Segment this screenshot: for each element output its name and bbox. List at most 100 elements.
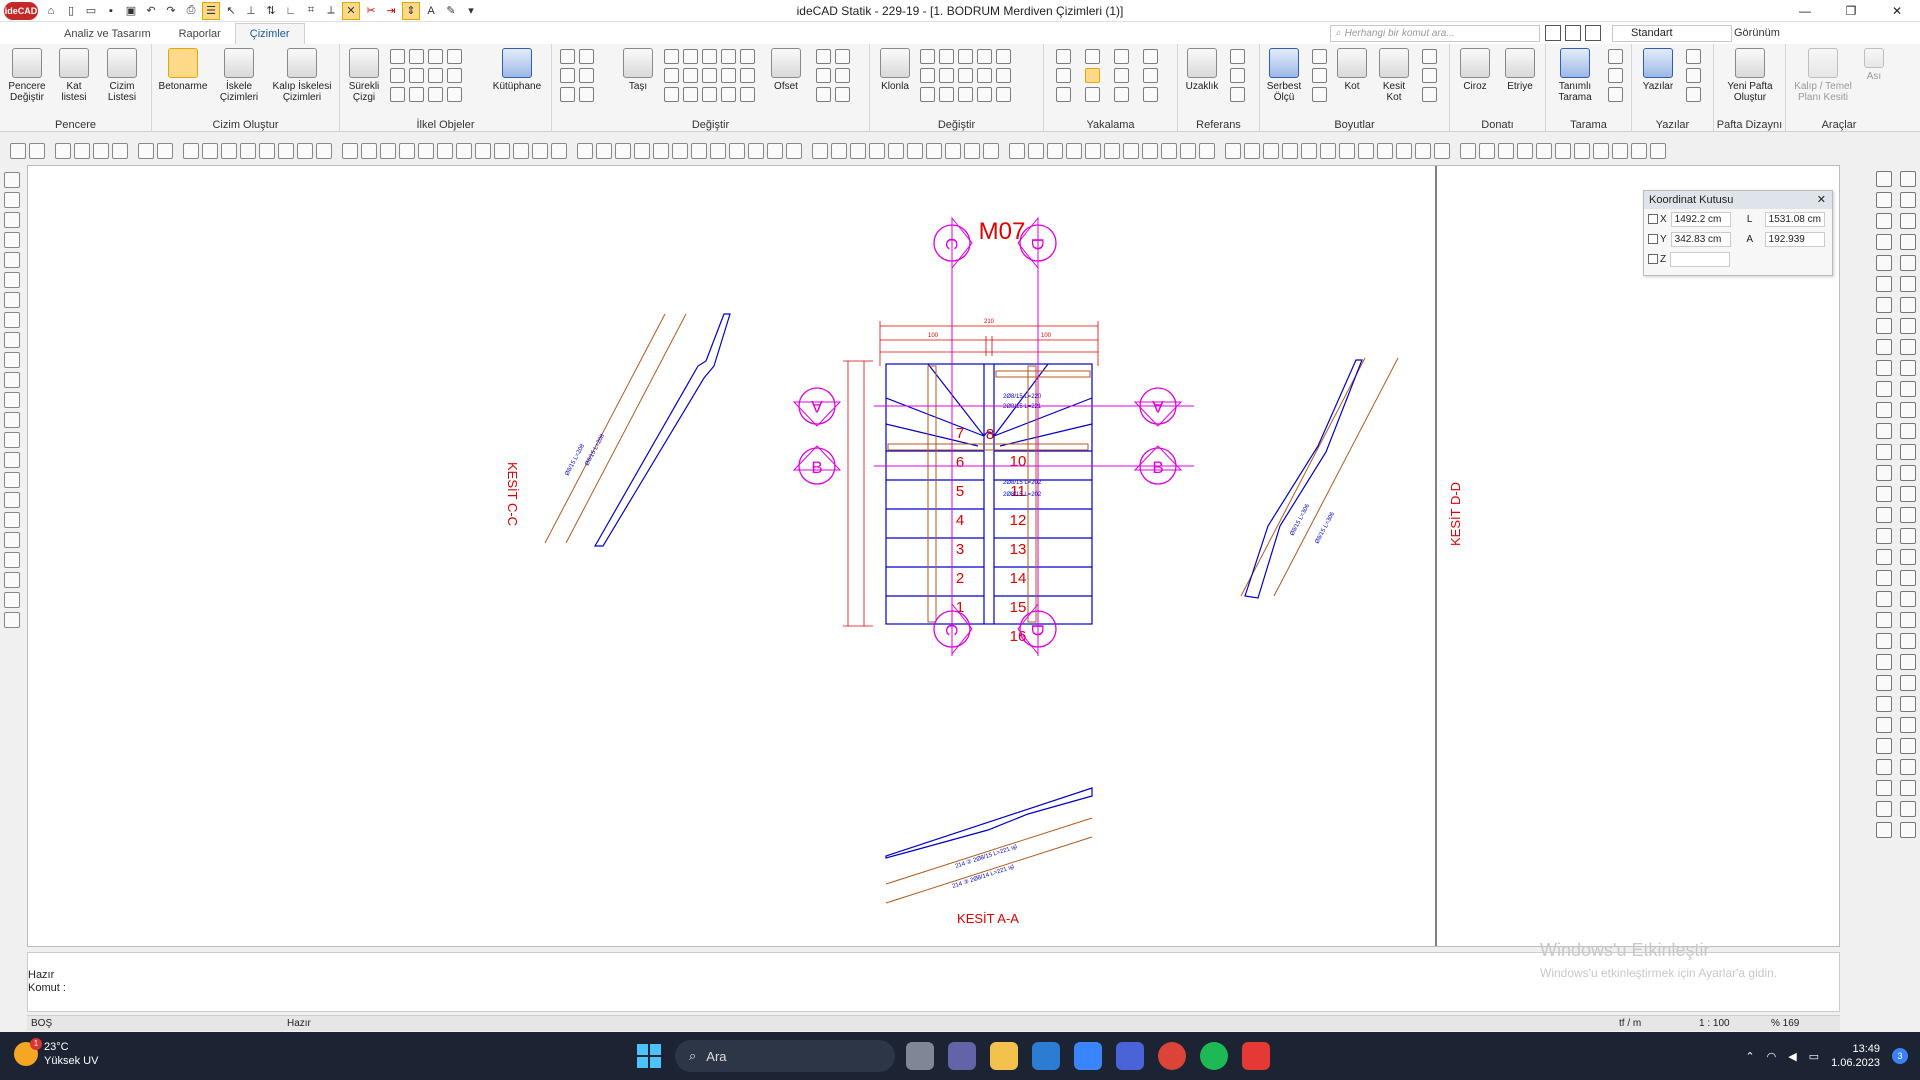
tool-icon[interactable] [710, 143, 726, 159]
tool-icon[interactable] [513, 143, 529, 159]
tool-icon[interactable] [1876, 822, 1892, 838]
brush-icon[interactable] [579, 87, 594, 102]
offset-small-icon[interactable] [683, 87, 698, 102]
tanimli-tarama-button[interactable]: Tanımlı Tarama [1548, 48, 1602, 103]
extend-icon[interactable]: ⇥ [382, 2, 400, 20]
scale-icon[interactable] [664, 87, 679, 102]
tool-icon[interactable] [4, 332, 20, 348]
tool-icon[interactable] [1876, 612, 1892, 628]
tool-icon[interactable] [1047, 143, 1063, 159]
tool-icon[interactable] [138, 143, 154, 159]
cross-icon[interactable] [816, 49, 831, 64]
edit-pen-icon[interactable] [579, 49, 594, 64]
tool-icon[interactable] [4, 412, 20, 428]
tool-icon[interactable] [1536, 143, 1552, 159]
tool-icon[interactable] [786, 143, 802, 159]
tool-icon[interactable] [691, 143, 707, 159]
tool-icon[interactable] [1517, 143, 1533, 159]
tool-icon[interactable] [1593, 143, 1609, 159]
chevron-down-icon[interactable]: ▾ [462, 2, 480, 20]
tool-icon[interactable] [1900, 717, 1916, 733]
app-icon[interactable] [1116, 1042, 1144, 1070]
tool-icon[interactable] [1876, 444, 1892, 460]
isolate-icon[interactable] [977, 68, 992, 83]
tool-icon[interactable] [1900, 675, 1916, 691]
tool-icon[interactable] [1900, 297, 1916, 313]
tool-icon[interactable] [1900, 633, 1916, 649]
tool-icon[interactable] [4, 252, 20, 268]
tool-icon[interactable] [1876, 213, 1892, 229]
tool-icon[interactable] [316, 143, 332, 159]
tool-icon[interactable] [748, 143, 764, 159]
tool-icon[interactable] [475, 143, 491, 159]
tool-icon[interactable] [596, 143, 612, 159]
tool-icon[interactable] [1123, 143, 1139, 159]
tool-icon[interactable] [1339, 143, 1355, 159]
tab-analiz[interactable]: Analiz ve Tasarım [50, 24, 165, 44]
grid-snap-icon[interactable]: ⌗ [302, 2, 320, 20]
tool-icon[interactable] [4, 472, 20, 488]
tool-icon[interactable] [183, 143, 199, 159]
tool-icon[interactable] [1498, 143, 1514, 159]
tool-icon[interactable] [634, 143, 650, 159]
redo-icon[interactable]: ↷ [162, 2, 180, 20]
tool-icon[interactable] [1900, 801, 1916, 817]
spline-icon[interactable] [428, 68, 443, 83]
tool-icon[interactable] [1900, 759, 1916, 775]
pen-icon[interactable]: ✎ [442, 2, 460, 20]
curve-icon[interactable] [390, 87, 405, 102]
x-field[interactable]: 1492.2 cm [1670, 211, 1731, 227]
text-vertical-icon[interactable] [1686, 49, 1701, 64]
kalip-temel-kesiti-button[interactable]: Kalıp / Temel Planı Kesiti [1788, 48, 1858, 103]
text-icon[interactable] [560, 49, 575, 64]
battery-icon[interactable]: ▭ [1809, 1050, 1819, 1063]
kesit-kot-button[interactable]: Kesit Kot [1374, 48, 1414, 103]
lock-icon[interactable] [996, 49, 1011, 64]
tool-icon[interactable] [399, 143, 415, 159]
z-lock-checkbox[interactable] [1648, 254, 1658, 264]
file-explorer-icon[interactable] [990, 1042, 1018, 1070]
tool-icon[interactable] [653, 143, 669, 159]
tool-icon[interactable] [1900, 339, 1916, 355]
tool-icon[interactable] [1320, 143, 1336, 159]
tool-icon[interactable] [1876, 549, 1892, 565]
layer-list-icon[interactable] [1545, 25, 1561, 41]
pick-icon[interactable] [579, 68, 594, 83]
tool-icon[interactable] [926, 143, 942, 159]
snap-int-icon[interactable] [1114, 68, 1129, 83]
tool-icon[interactable] [1876, 591, 1892, 607]
tool-icon[interactable] [4, 212, 20, 228]
align-icon[interactable]: ⊥ [242, 2, 260, 20]
tool-icon[interactable] [1876, 654, 1892, 670]
tool-icon[interactable] [577, 143, 593, 159]
tool-icon[interactable] [418, 143, 434, 159]
y-lock-checkbox[interactable] [1648, 234, 1658, 244]
freeze-icon[interactable] [996, 68, 1011, 83]
chamfer-icon[interactable] [721, 68, 736, 83]
dim-style-icon[interactable] [1422, 68, 1437, 83]
reverse-icon[interactable] [835, 87, 850, 102]
tool-icon[interactable] [1900, 171, 1916, 187]
tool-icon[interactable] [812, 143, 828, 159]
taskbar-search[interactable]: ⌕ Ara [675, 1040, 895, 1072]
tool-icon[interactable] [4, 312, 20, 328]
snap-mid-icon[interactable] [1085, 49, 1100, 64]
zoom-icon[interactable] [10, 143, 26, 159]
maximize-button[interactable]: ❐ [1828, 0, 1874, 22]
tool-icon[interactable] [4, 232, 20, 248]
command-search[interactable]: ⌕ Herhangi bir komut ara... [1330, 25, 1540, 42]
close-button[interactable]: ✕ [1874, 0, 1920, 22]
fill-icon[interactable] [409, 68, 424, 83]
rectangle-icon[interactable] [409, 49, 424, 64]
tool-icon[interactable] [1631, 143, 1647, 159]
color-icon[interactable] [977, 87, 992, 102]
explode-icon[interactable] [560, 87, 575, 102]
copy-props-icon[interactable] [939, 49, 954, 64]
tool-icon[interactable] [1199, 143, 1215, 159]
tool-icon[interactable] [1876, 276, 1892, 292]
trim-icon[interactable]: ✂ [362, 2, 380, 20]
tool-icon[interactable] [1900, 696, 1916, 712]
yazilar-button[interactable]: Yazılar [1638, 48, 1678, 92]
layers-icon[interactable]: ☰ [202, 1, 220, 20]
tool-icon[interactable] [1180, 143, 1196, 159]
